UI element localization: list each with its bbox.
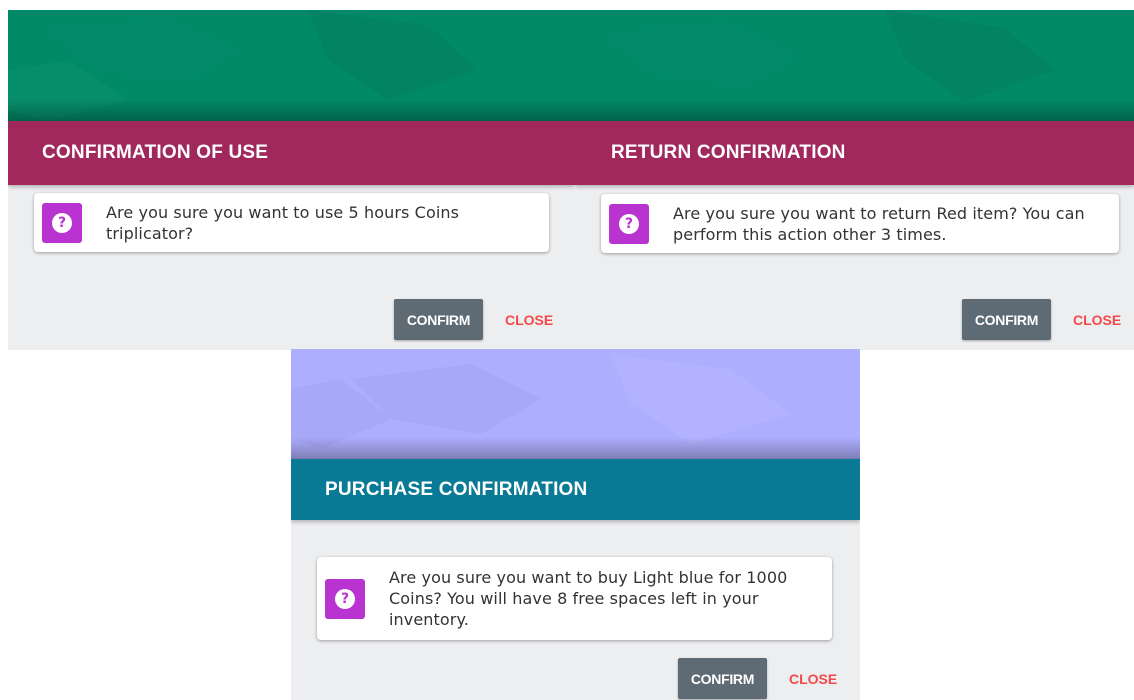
message-card: ? Are you sure you want to use 5 hours C…	[34, 193, 549, 252]
question-icon: ?	[42, 202, 82, 243]
dialog-message: Are you sure you want to buy Light blue …	[389, 568, 788, 629]
close-button[interactable]: CLOSE	[789, 671, 837, 687]
dialog-title: CONFIRMATION OF USE	[42, 142, 269, 163]
dialog-header: CONFIRMATION OF USE	[8, 121, 575, 185]
dialog-actions: CONFIRM CLOSE	[962, 299, 1121, 340]
dialog-message: Are you sure you want to return Red item…	[673, 203, 1085, 244]
close-button[interactable]: CLOSE	[1073, 312, 1121, 328]
dialog-actions: CONFIRM CLOSE	[394, 299, 553, 340]
message-card: ? Are you sure you want to return Red it…	[601, 194, 1119, 253]
purchase-confirmation-dialog: PURCHASE CONFIRMATION ? Are you sure you…	[291, 349, 860, 700]
confirm-button[interactable]: CONFIRM	[962, 299, 1051, 340]
dialog-header: PURCHASE CONFIRMATION	[291, 459, 860, 520]
use-confirmation-dialog: CONFIRMATION OF USE ? Are you sure you w…	[8, 10, 575, 350]
dialog-message: Are you sure you want to use 5 hours Coi…	[106, 202, 460, 243]
green-background	[575, 10, 1134, 121]
close-button[interactable]: CLOSE	[505, 312, 553, 328]
confirm-button[interactable]: CONFIRM	[678, 658, 767, 699]
dialog-actions: CONFIRM CLOSE	[678, 658, 837, 699]
question-icon: ?	[609, 203, 649, 244]
lavender-background	[291, 349, 860, 459]
green-background	[8, 10, 575, 121]
dialog-title: RETURN CONFIRMATION	[611, 142, 846, 163]
dialog-header: RETURN CONFIRMATION	[575, 121, 1134, 185]
message-card: ? Are you sure you want to buy Light blu…	[317, 557, 832, 640]
question-icon: ?	[325, 578, 365, 619]
dialog-title: PURCHASE CONFIRMATION	[325, 478, 588, 500]
return-confirmation-dialog: RETURN CONFIRMATION ? Are you sure you w…	[575, 10, 1134, 350]
confirm-button[interactable]: CONFIRM	[394, 299, 483, 340]
